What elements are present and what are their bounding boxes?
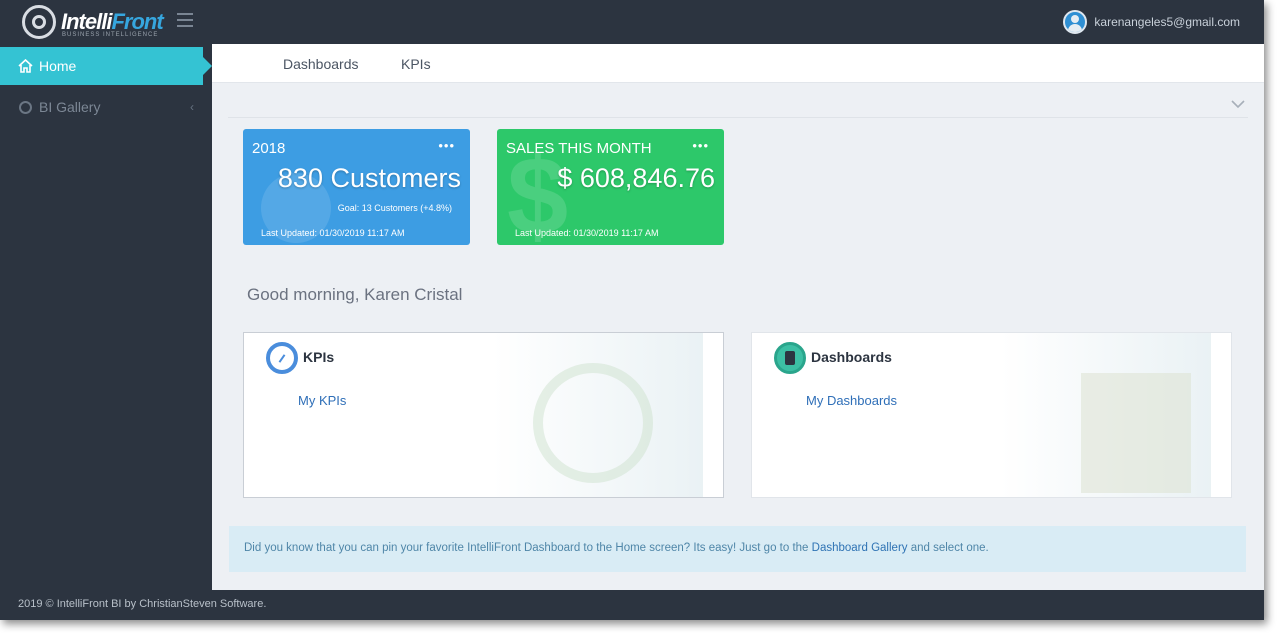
menu-toggle-icon[interactable]	[177, 13, 193, 27]
sidebar-item-bi-gallery[interactable]: BI Gallery ‹	[0, 88, 212, 126]
logo-subtitle: BUSINESS INTELLIGENCE	[62, 32, 159, 38]
tile-goal: Goal: 13 Customers (+4.8%)	[337, 203, 452, 213]
tile-label: 2018	[252, 140, 286, 157]
tip-text: Did you know that you can pin your favor…	[244, 542, 989, 554]
top-bar: IntelliFront BUSINESS INTELLIGENCE karen…	[0, 0, 1264, 44]
my-dashboards-link[interactable]: My Dashboards	[806, 393, 897, 408]
user-avatar-icon	[1063, 10, 1088, 34]
greeting: Good morning, Karen Cristal	[247, 285, 463, 304]
chevron-down-icon[interactable]	[1231, 96, 1245, 110]
more-icon[interactable]: •••	[692, 138, 709, 153]
sidebar-item-label: Home	[39, 58, 77, 74]
tab-kpis[interactable]: KPIs	[401, 56, 431, 72]
more-icon[interactable]: •••	[438, 138, 455, 153]
main-content: Dashboards KPIs 2018 ••• 830 Customers G…	[212, 44, 1264, 590]
tile-label: SALES THIS MONTH	[506, 140, 652, 157]
card-background-art	[1001, 333, 1211, 497]
tab-dashboards[interactable]: Dashboards	[283, 56, 359, 72]
app-window: IntelliFront BUSINESS INTELLIGENCE karen…	[0, 0, 1264, 620]
card-background-art	[493, 333, 703, 497]
logo[interactable]: IntelliFront BUSINESS INTELLIGENCE	[22, 5, 164, 39]
kpis-card: KPIs My KPIs	[243, 332, 724, 498]
card-title: KPIs	[303, 349, 335, 365]
tab-bar: Dashboards KPIs	[212, 44, 1264, 83]
dashboard-gallery-link[interactable]: Dashboard Gallery	[812, 542, 908, 554]
kpi-tile-sales[interactable]: $ SALES THIS MONTH ••• $ 608,846.76 Last…	[497, 129, 724, 245]
chevron-left-icon: ‹	[190, 100, 194, 114]
my-kpis-link[interactable]: My KPIs	[298, 393, 346, 408]
globe-icon	[18, 100, 32, 114]
sidebar: Home BI Gallery ‹	[0, 44, 212, 590]
tile-value: 830 Customers	[277, 163, 461, 193]
sidebar-item-home[interactable]: Home	[0, 47, 212, 85]
dashboards-card: Dashboards My Dashboards	[751, 332, 1232, 498]
card-title: Dashboards	[811, 349, 892, 365]
gauge-icon	[266, 342, 298, 374]
footer: 2019 © IntelliFront BI by ChristianSteve…	[18, 598, 267, 610]
tablet-icon	[774, 342, 806, 374]
tile-updated: Last Updated: 01/30/2019 11:17 AM	[515, 228, 659, 238]
tile-updated: Last Updated: 01/30/2019 11:17 AM	[261, 228, 405, 238]
sidebar-item-label: BI Gallery	[39, 99, 101, 115]
tip-banner: Did you know that you can pin your favor…	[229, 526, 1246, 572]
user-menu[interactable]: karenangeles5@gmail.com	[1063, 10, 1240, 34]
home-icon	[17, 58, 33, 74]
tile-value: $ 608,846.76	[557, 163, 715, 193]
divider	[228, 117, 1248, 118]
kpi-tile-customers[interactable]: 2018 ••• 830 Customers Goal: 13 Customer…	[243, 129, 470, 245]
logo-mark-icon	[22, 5, 56, 39]
user-email: karenangeles5@gmail.com	[1094, 15, 1240, 29]
